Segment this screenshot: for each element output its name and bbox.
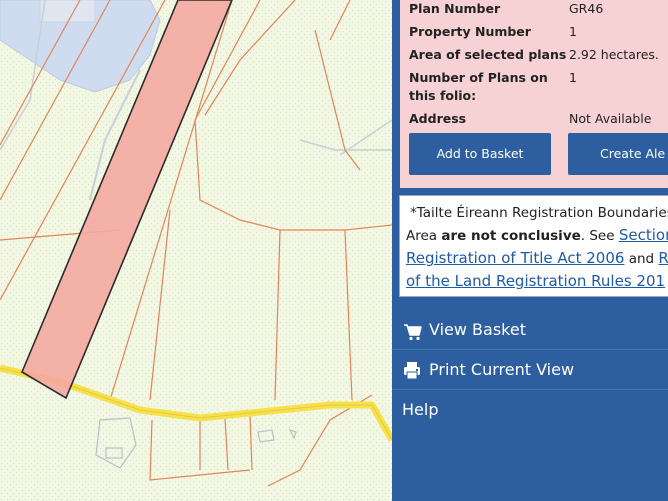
view-basket-label: View Basket — [429, 320, 526, 339]
basket-icon — [402, 310, 422, 350]
help-label: Help — [402, 400, 439, 419]
info-label: Property Number — [409, 24, 531, 39]
info-value: 1 — [569, 70, 577, 85]
map-layer — [0, 0, 392, 501]
registration-act-link[interactable]: Registration of Title Act 2006 — [406, 249, 624, 267]
notice-text: Area — [406, 228, 442, 244]
print-view-item[interactable]: Print Current View — [392, 350, 668, 390]
property-info-body: Plan Number GR46 Property Number 1 Area … — [400, 0, 668, 188]
notice-line-1: *Tailte Éireann Registration Boundaries — [410, 202, 668, 224]
section-link[interactable]: Section — [619, 226, 668, 244]
info-value: GR46 — [569, 1, 604, 16]
info-value: Not Available — [569, 111, 652, 126]
info-label-cont: this folio: — [409, 88, 477, 103]
view-basket-item[interactable]: View Basket — [392, 310, 668, 350]
printer-icon — [402, 350, 422, 390]
create-alert-button[interactable]: Create Ale — [568, 133, 668, 175]
info-value: 1 — [569, 24, 577, 39]
boundary-notice: *Tailte Éireann Registration Boundaries … — [399, 195, 668, 297]
notice-text: and — [624, 251, 659, 267]
notice-line-4: of the Land Registration Rules 201 — [406, 270, 665, 293]
map-canvas[interactable] — [0, 0, 392, 501]
property-info-card: Plan Number GR46 Property Number 1 Area … — [392, 0, 668, 188]
notice-text: . See — [580, 228, 619, 244]
land-registration-rules-link[interactable]: of the Land Registration Rules 201 — [406, 272, 665, 290]
info-label: Plan Number — [409, 1, 501, 16]
add-to-basket-button[interactable]: Add to Basket — [409, 133, 551, 175]
info-label: Area of selected plans — [409, 47, 567, 62]
info-value: 2.92 hectares. — [569, 47, 659, 62]
notice-bold-text: are not conclusive — [441, 228, 581, 244]
help-item[interactable]: Help — [392, 390, 668, 430]
notice-line-2: Area are not conclusive. See Section — [406, 224, 668, 247]
notice-line-3: Registration of Title Act 2006 and R — [406, 247, 668, 270]
rules-link[interactable]: R — [658, 249, 668, 267]
notice-text: *Tailte Éireann Registration Boundaries — [410, 205, 668, 221]
info-label: Number of Plans on — [409, 70, 548, 85]
side-panel: Plan Number GR46 Property Number 1 Area … — [392, 0, 668, 501]
info-label: Address — [409, 111, 467, 126]
print-view-label: Print Current View — [429, 360, 575, 379]
